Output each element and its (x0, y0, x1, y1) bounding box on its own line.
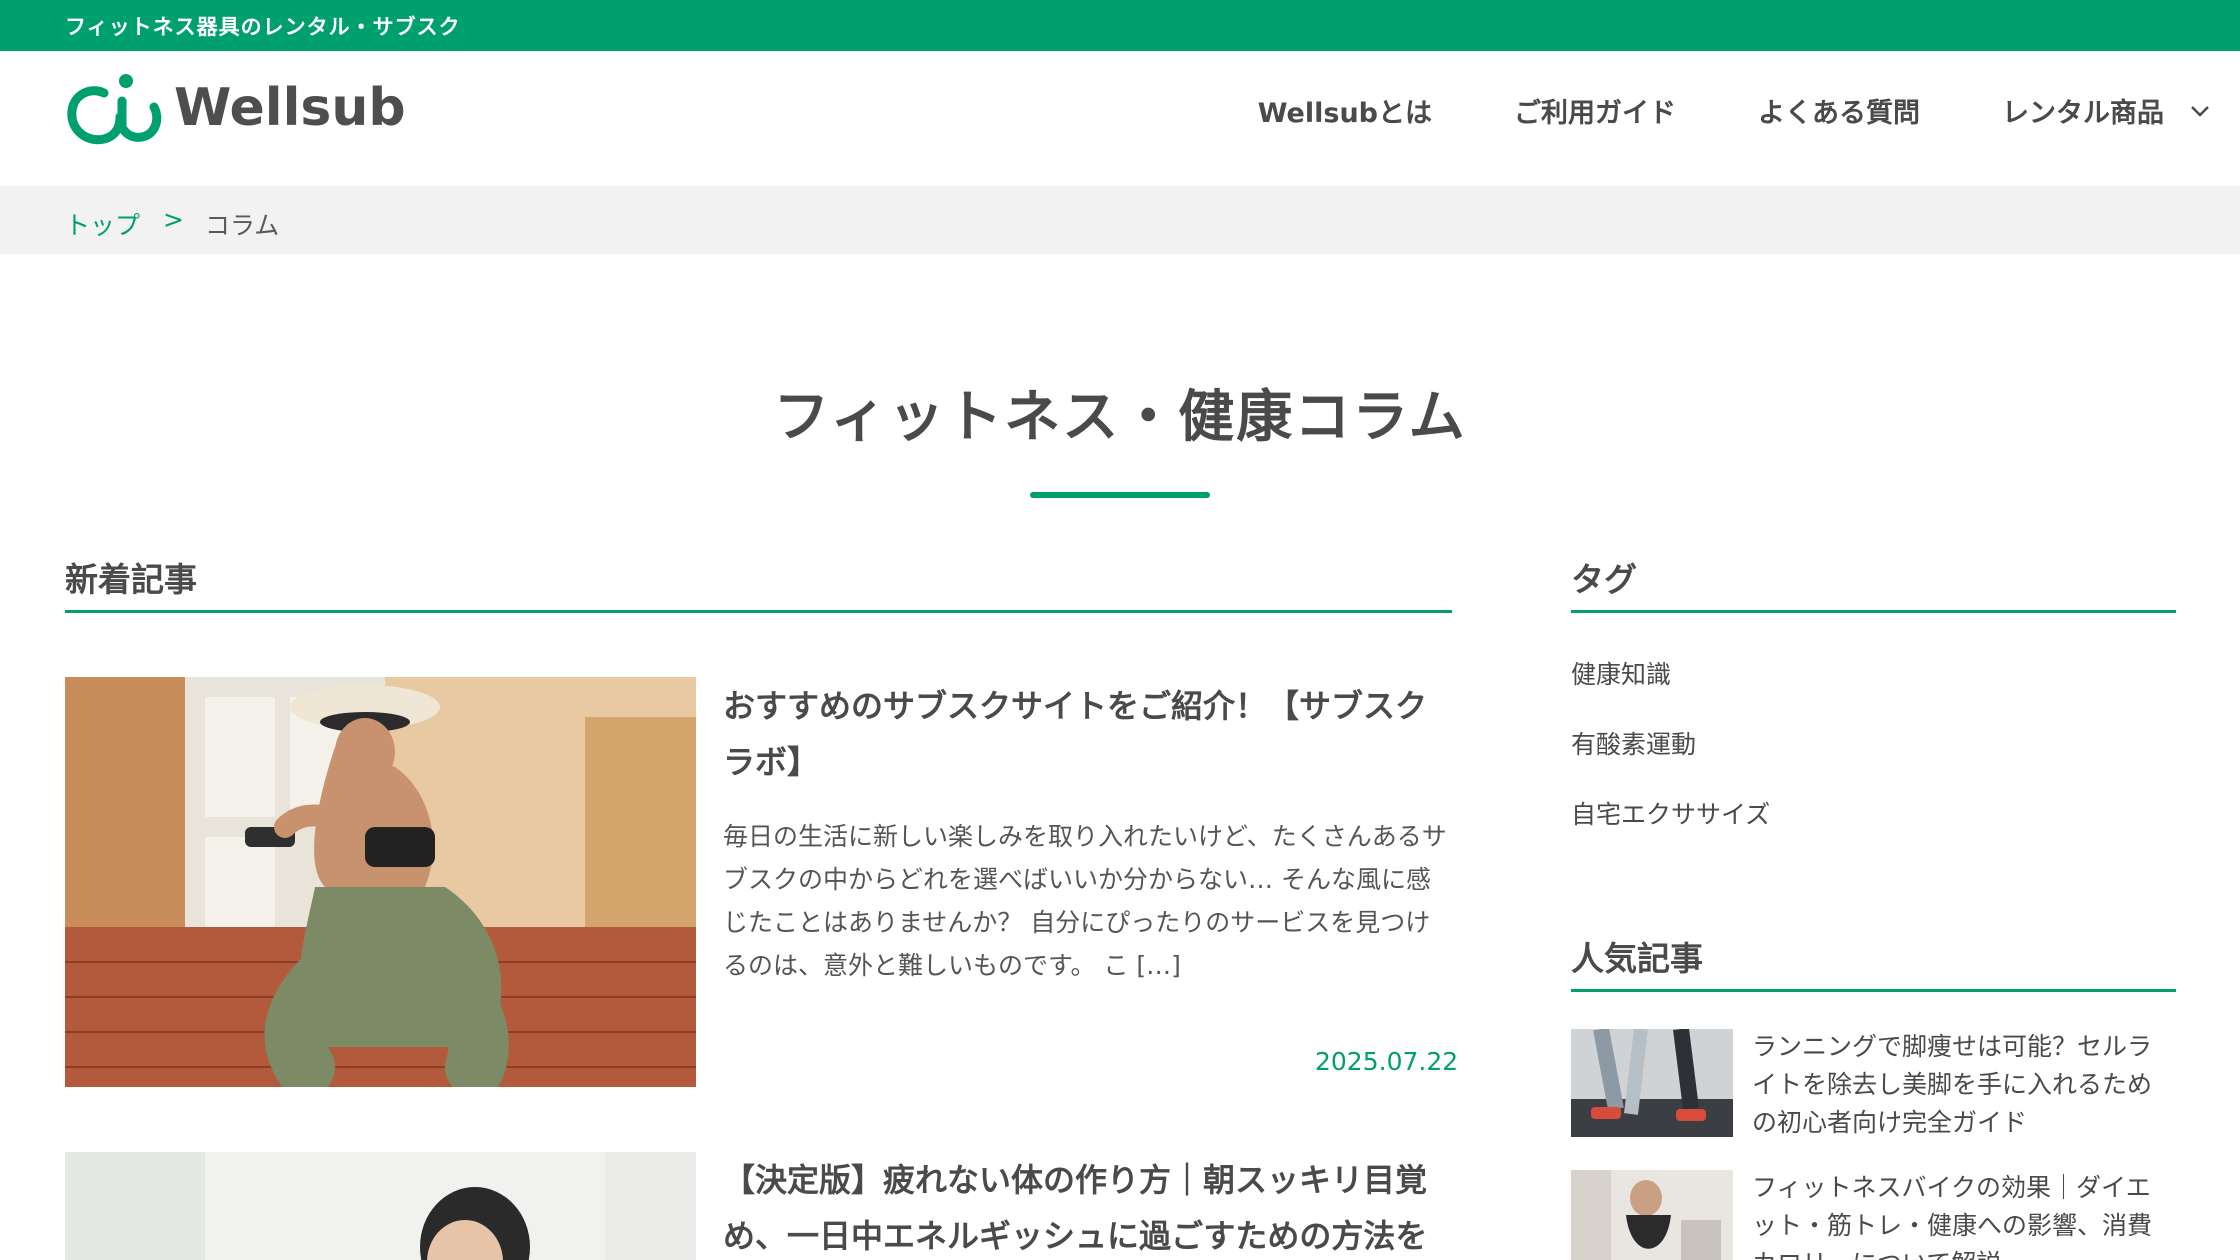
tags-heading: タグ (1571, 560, 1637, 599)
nav-guide-label: ご利用ガイド (1514, 98, 1676, 129)
breadcrumb-home-link[interactable]: トップ (65, 206, 140, 242)
chevron-down-icon (2191, 105, 2209, 117)
page-title: フィットネス・健康コラム (773, 385, 1467, 450)
popular-article-title[interactable]: ランニングで脚痩せは可能？セルライトを除去し美脚を手に入れるための初心者向け完全… (1752, 1028, 2172, 1142)
popular-article-thumbnail[interactable] (1571, 1029, 1733, 1137)
top-announcement-bar: フィットネス器具のレンタル・サブスク (0, 0, 2240, 51)
top-announcement-text: フィットネス器具のレンタル・サブスク (65, 15, 461, 39)
tags-divider (1571, 610, 2176, 613)
nav-rental-products-label: レンタル商品 (2002, 98, 2164, 129)
new-articles-heading: 新着記事 (65, 560, 197, 599)
popular-article-thumbnail[interactable] (1571, 1170, 1733, 1260)
article-title[interactable]: おすすめのサブスクサイトをご紹介！【サブスクラボ】 (723, 678, 1448, 790)
breadcrumb: トップ > コラム (0, 186, 2240, 254)
new-articles-divider (65, 610, 1452, 613)
title-underline (1030, 492, 1210, 498)
popular-article-title[interactable]: フィットネスバイクの効果｜ダイエット・筋トレ・健康への影響、消費カロリーについて… (1752, 1169, 2172, 1260)
popular-articles-heading: 人気記事 (1571, 939, 1703, 978)
nav-about-label: Wellsubとは (1257, 98, 1432, 129)
article-thumbnail[interactable] (65, 1152, 696, 1260)
nav-faq[interactable]: よくある質問 (1758, 91, 1920, 130)
wellsub-logo-icon (67, 74, 162, 145)
site-header: Wellsub Wellsubとは ご利用ガイド よくある質問 レンタル商品 (0, 51, 2240, 186)
breadcrumb-separator: > (163, 205, 184, 234)
article-title[interactable]: 【決定版】疲れない体の作り方｜朝スッキリ目覚め、一日中エネルギッシュに過ごすため… (723, 1152, 1448, 1260)
article-date: 2025.07.22 (1315, 1047, 1459, 1076)
article-thumbnail[interactable] (65, 677, 696, 1087)
article-photo-woman-smiling (65, 1152, 696, 1260)
breadcrumb-current: コラム (205, 211, 280, 240)
article-excerpt: 毎日の生活に新しい楽しみを取り入れたいけど、たくさんあるサブスクの中からどれを選… (723, 822, 1447, 980)
popular-articles-divider (1571, 989, 2176, 992)
nav-faq-label: よくある質問 (1758, 98, 1920, 129)
nav-rental-products[interactable]: レンタル商品 (2002, 91, 2210, 130)
nav-guide[interactable]: ご利用ガイド (1514, 91, 1676, 130)
tag-link[interactable]: 有酸素運動 (1571, 725, 1696, 761)
tag-link[interactable]: 健康知識 (1571, 655, 1671, 691)
tag-link[interactable]: 自宅エクササイズ (1571, 795, 1770, 831)
popular-photo-running (1571, 1029, 1733, 1137)
main-nav: Wellsubとは ご利用ガイド よくある質問 レンタル商品 (1176, 91, 2210, 130)
site-logo[interactable]: Wellsub (64, 67, 406, 149)
popular-photo-bike (1571, 1170, 1733, 1260)
article-photo-woman-phone (65, 677, 696, 1087)
logo-text: Wellsub (174, 78, 406, 138)
nav-about[interactable]: Wellsubとは (1258, 91, 1432, 130)
